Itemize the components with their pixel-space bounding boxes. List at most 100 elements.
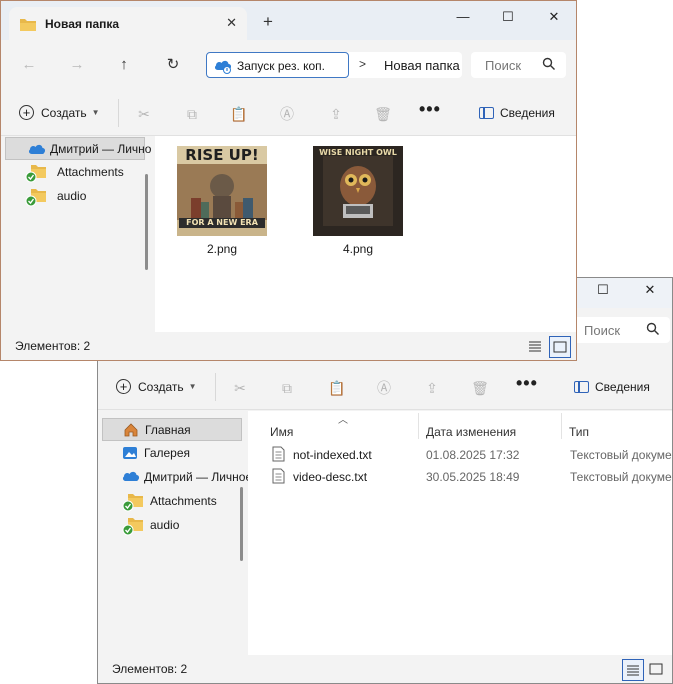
tab-title: Новая папка bbox=[45, 17, 120, 31]
file-thumbnail-grid: RISE UP! FOR A NEW ERA 2.png WISE NIGHT … bbox=[155, 136, 576, 332]
sidebar-item-label: Дмитрий — Личное bbox=[144, 470, 248, 484]
search-box[interactable]: Поиск bbox=[570, 317, 670, 343]
details-button[interactable]: Сведения bbox=[574, 379, 650, 394]
column-divider[interactable] bbox=[561, 413, 562, 439]
column-divider[interactable] bbox=[418, 413, 419, 439]
sidebar-scrollbar[interactable] bbox=[145, 174, 148, 270]
plus-icon: + bbox=[19, 105, 34, 121]
back-button[interactable]: ← bbox=[17, 54, 41, 76]
forward-button[interactable]: → bbox=[65, 54, 89, 76]
close-button[interactable]: ✕ bbox=[635, 282, 665, 298]
tiles-view-icon bbox=[649, 663, 663, 675]
navigation-pane: Главная Галерея Дмитрий — Личное Attachm… bbox=[98, 411, 248, 656]
share-icon[interactable]: ⇪ bbox=[423, 379, 441, 397]
cut-icon[interactable]: ✂ bbox=[135, 105, 153, 123]
navigation-pane: Дмитрий — Личное Attachments audio bbox=[1, 136, 151, 334]
close-tab-icon[interactable]: ✕ bbox=[226, 15, 237, 31]
details-view-button[interactable] bbox=[525, 336, 547, 358]
copy-icon[interactable]: ⧉ bbox=[278, 379, 296, 397]
sidebar-item-home[interactable]: Главная bbox=[102, 418, 242, 441]
more-options-button[interactable]: ••• bbox=[419, 99, 441, 120]
up-button[interactable]: ↑ bbox=[112, 54, 136, 76]
divider bbox=[118, 99, 119, 127]
minimize-button[interactable]: — bbox=[448, 9, 478, 24]
share-icon[interactable]: ⇪ bbox=[327, 105, 345, 123]
synced-folder-icon bbox=[122, 492, 144, 515]
file-list: ︿ Имя Дата изменения Тип not-indexed.txt… bbox=[248, 411, 672, 655]
breadcrumb-current[interactable]: Новая папка bbox=[384, 58, 460, 73]
text-file-icon bbox=[272, 446, 285, 465]
file-type: Текстовый документ bbox=[570, 470, 673, 484]
search-box[interactable]: Поиск bbox=[471, 52, 566, 78]
delete-icon[interactable]: 🗑 bbox=[471, 379, 489, 397]
explorer-window-front: Новая папка ✕ + — ☐ ✕ ← → ↑ ↻ Запуск рез… bbox=[0, 0, 577, 361]
sidebar-item-attachments[interactable]: Attachments bbox=[5, 161, 145, 184]
poster-title: RISE UP! bbox=[185, 146, 259, 164]
address-bar[interactable]: Запуск рез. коп. > Новая папка bbox=[206, 52, 462, 78]
status-bar: Элементов: 2 bbox=[1, 332, 576, 360]
delete-icon[interactable]: 🗑 bbox=[374, 105, 392, 123]
file-name: not-indexed.txt bbox=[293, 448, 372, 462]
sidebar-scrollbar[interactable] bbox=[240, 487, 243, 561]
tiles-view-button[interactable] bbox=[549, 336, 571, 358]
tab-new-folder[interactable]: Новая папка ✕ bbox=[9, 7, 247, 40]
gallery-icon bbox=[122, 445, 138, 464]
column-header-type[interactable]: Тип bbox=[569, 425, 589, 439]
maximize-button[interactable]: ☐ bbox=[493, 9, 523, 25]
details-view-button[interactable] bbox=[622, 659, 644, 681]
breadcrumb-label: Запуск рез. коп. bbox=[237, 59, 326, 73]
copy-icon[interactable]: ⧉ bbox=[183, 105, 201, 123]
sidebar-item-attachments[interactable]: Attachments bbox=[102, 490, 242, 513]
command-bar: + Создать ▼ ✂ ⧉ 📋 Ⓐ ⇪ 🗑 ••• Сведения bbox=[98, 364, 672, 410]
create-button[interactable]: + Создать ▼ bbox=[19, 105, 100, 121]
search-input[interactable]: Поиск bbox=[485, 58, 521, 73]
table-row[interactable]: video-desc.txt 30.05.2025 18:49 Текстовы… bbox=[268, 466, 672, 488]
table-row[interactable]: not-indexed.txt 01.08.2025 17:32 Текстов… bbox=[268, 444, 672, 466]
details-label: Сведения bbox=[500, 105, 555, 120]
search-input[interactable]: Поиск bbox=[584, 323, 620, 338]
search-icon bbox=[646, 322, 660, 339]
refresh-button[interactable]: ↻ bbox=[161, 54, 185, 76]
sidebar-item-label: Дмитрий — Личное bbox=[50, 142, 151, 156]
column-header-date[interactable]: Дата изменения bbox=[426, 425, 516, 439]
paste-icon[interactable]: 📋 bbox=[328, 379, 346, 397]
sidebar-item-label: audio bbox=[57, 189, 87, 203]
list-view-icon bbox=[627, 665, 639, 676]
file-name[interactable]: 2.png bbox=[172, 242, 272, 256]
image-thumbnail[interactable]: WISE NIGHT OWL bbox=[313, 146, 403, 236]
sidebar-item-onedrive[interactable]: Дмитрий — Личное bbox=[102, 466, 248, 489]
plus-icon: + bbox=[116, 379, 131, 395]
maximize-button[interactable]: ☐ bbox=[588, 282, 618, 298]
sidebar-item-gallery[interactable]: Галерея bbox=[102, 442, 242, 465]
close-button[interactable]: ✕ bbox=[539, 9, 569, 25]
nav-bar: ← → ↑ ↻ Запуск рез. коп. > Новая папка П… bbox=[1, 40, 576, 90]
paste-icon[interactable]: 📋 bbox=[230, 105, 248, 123]
cloud-icon bbox=[122, 470, 140, 485]
tiles-view-icon bbox=[553, 341, 567, 353]
synced-folder-icon bbox=[25, 163, 47, 186]
column-header-name[interactable]: Имя bbox=[270, 425, 293, 439]
new-tab-button[interactable]: + bbox=[263, 13, 273, 30]
sidebar-item-onedrive[interactable]: Дмитрий — Личное bbox=[5, 137, 151, 160]
status-bar: Элементов: 2 bbox=[98, 655, 672, 683]
more-options-button[interactable]: ••• bbox=[516, 373, 538, 394]
list-view-icon bbox=[529, 341, 541, 352]
folder-icon bbox=[19, 17, 37, 35]
tab-bar: Новая папка ✕ + — ☐ ✕ bbox=[1, 1, 576, 40]
sidebar-item-audio[interactable]: audio bbox=[5, 185, 145, 208]
cut-icon[interactable]: ✂ bbox=[231, 379, 249, 397]
chevron-down-icon: ▼ bbox=[188, 382, 197, 392]
rename-icon[interactable]: Ⓐ bbox=[278, 105, 296, 123]
rename-icon[interactable]: Ⓐ bbox=[375, 379, 393, 397]
breadcrumb-backup[interactable]: Запуск рез. коп. bbox=[206, 52, 349, 78]
sidebar-item-audio[interactable]: audio bbox=[102, 514, 242, 537]
breadcrumb-separator[interactable]: > bbox=[359, 57, 366, 71]
details-button[interactable]: Сведения bbox=[479, 105, 555, 120]
tiles-view-button[interactable] bbox=[646, 659, 668, 681]
synced-folder-icon bbox=[25, 187, 47, 210]
image-thumbnail[interactable]: RISE UP! FOR A NEW ERA bbox=[177, 146, 267, 236]
poster-subtitle: FOR A NEW ERA bbox=[186, 218, 258, 227]
file-name[interactable]: 4.png bbox=[308, 242, 408, 256]
divider bbox=[215, 373, 216, 401]
create-button[interactable]: + Создать ▼ bbox=[116, 379, 197, 395]
